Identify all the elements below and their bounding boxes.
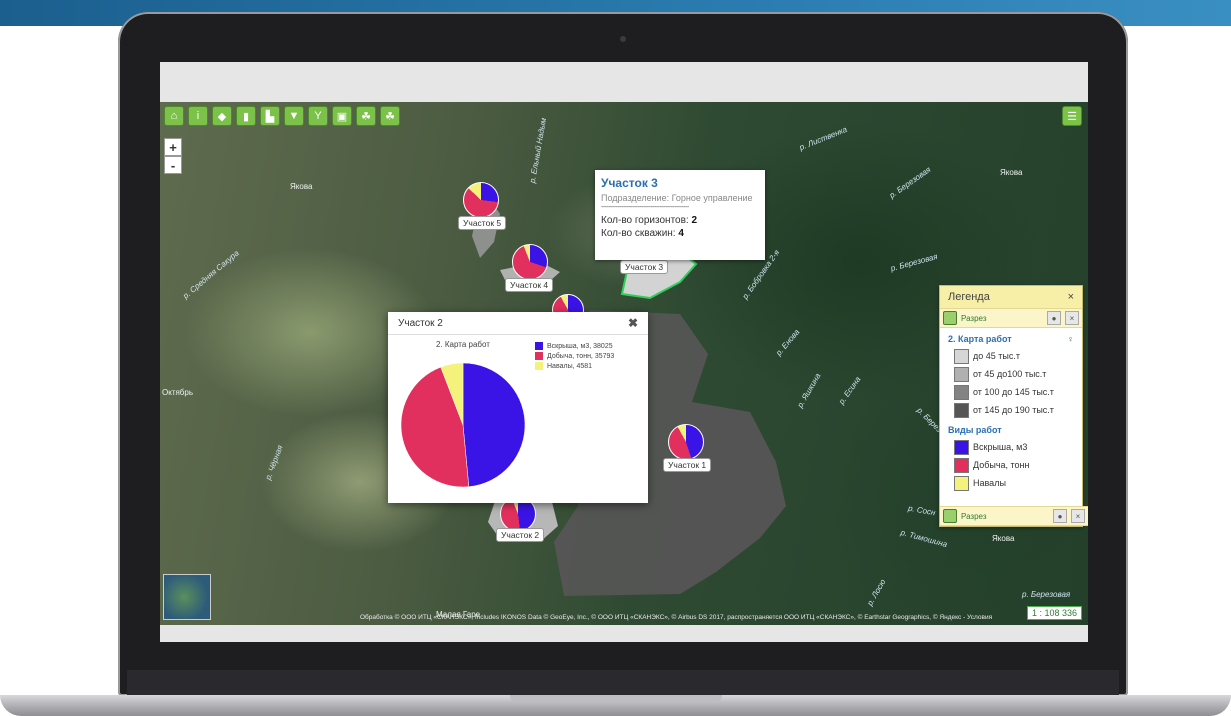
laptop-bezel <box>127 670 1119 696</box>
legend-work-item: Навалы <box>940 474 1082 492</box>
legend-layer-row[interactable]: Разрез ● × <box>940 308 1082 328</box>
legend-swatch <box>535 362 543 370</box>
legend-swatch <box>954 475 969 491</box>
legend-header: Легенда × <box>940 286 1082 308</box>
camera <box>620 36 626 42</box>
popup-separator: ----------------------------------------… <box>601 204 689 211</box>
legend-label: Навалы, 4581 <box>547 362 593 370</box>
legend-swatch <box>954 439 969 455</box>
chart-window: Участок 2 ✖ 2. Карта работ Вскрыша, м3, … <box>388 312 648 503</box>
layer-name: Разрез <box>961 511 987 521</box>
legend-work-item: Добыча, тонн <box>940 456 1082 474</box>
overview-minimap[interactable] <box>163 574 211 620</box>
section-name: 2. Карта работ <box>948 334 1012 344</box>
chart-window-header: Участок 2 ✖ <box>388 312 648 335</box>
close-icon[interactable]: × <box>1068 291 1074 303</box>
legend-section-title: Виды работ <box>940 419 1082 438</box>
legend-title: Легенда <box>948 291 990 303</box>
scale-indicator: 1 : 108 336 <box>1026 606 1082 620</box>
close-icon[interactable]: × <box>1065 311 1079 325</box>
legend-label: от 45 до100 тыс.т <box>973 369 1047 379</box>
layer-icon <box>943 311 957 325</box>
bulb-icon[interactable]: ♀ <box>1067 334 1074 344</box>
chart-legend-item: Вскрыша, м3, 38025 <box>535 342 614 350</box>
site-label[interactable]: Участок 1 <box>663 458 712 472</box>
site-label[interactable]: Участок 3 <box>620 260 669 274</box>
site-label[interactable]: Участок 2 <box>496 528 545 542</box>
legend-label: от 100 до 145 тыс.т <box>973 387 1054 397</box>
close-icon[interactable]: × <box>1071 509 1085 523</box>
map-attribution: Обработка © ООО ИТЦ «СКАНЭКС», Includes … <box>360 614 993 621</box>
legend-label: от 145 до 190 тыс.т <box>973 405 1054 415</box>
site-info-popup: Участок 3 Подразделение: Горное управлен… <box>595 170 765 260</box>
legend-swatch <box>954 402 969 418</box>
laptop-notch <box>510 695 722 703</box>
satellite-map[interactable]: ⌂ i ◆ ▮ ▙ ▼ Y ▣ ☘ ☘ ☰ + - р. Лиственка р… <box>160 102 1088 625</box>
legend-section-title: 2. Карта работ ♀ <box>940 328 1082 347</box>
legend-layer-row[interactable]: Разрез ● × <box>940 506 1088 526</box>
app-screen: ⌂ i ◆ ▮ ▙ ▼ Y ▣ ☘ ☘ ☰ + - р. Лиственка р… <box>160 62 1088 642</box>
legend-label: Вскрыша, м3 <box>973 442 1028 452</box>
popup-wells: Кол-во скважин: 4 <box>601 228 759 239</box>
chart-title: 2. Карта работ <box>436 340 490 349</box>
pin-icon[interactable]: ● <box>1047 311 1061 325</box>
legend-swatch <box>954 457 969 473</box>
legend-swatch <box>535 352 543 360</box>
legend-label: Добыча, тонн <box>973 460 1030 470</box>
legend-swatch <box>535 342 543 350</box>
pin-icon[interactable]: ● <box>1053 509 1067 523</box>
legend-scale-item: от 100 до 145 тыс.т <box>940 383 1082 401</box>
layer-name: Разрез <box>961 313 987 323</box>
popup-title: Участок 3 <box>601 176 658 190</box>
horizons-value: 2 <box>691 215 698 226</box>
legend-swatch <box>954 366 969 382</box>
horizons-label: Кол-во горизонтов: <box>601 215 689 226</box>
legend-panel: Легенда × Разрез ● × 2. Карта работ ♀ до… <box>939 285 1088 527</box>
site-pie-marker[interactable] <box>512 244 548 280</box>
chart-legend-item: Навалы, 4581 <box>535 362 614 370</box>
chart-legend-item: Добыча, тонн, 35793 <box>535 352 614 360</box>
section-name: Виды работ <box>948 425 1002 435</box>
legend-swatch <box>954 384 969 400</box>
site-label[interactable]: Участок 4 <box>505 278 554 292</box>
legend-work-item: Вскрыша, м3 <box>940 438 1082 456</box>
legend-label: Вскрыша, м3, 38025 <box>547 342 613 350</box>
legend-scale-item: от 145 до 190 тыс.т <box>940 401 1082 419</box>
legend-swatch <box>954 348 969 364</box>
wells-value: 4 <box>678 228 684 239</box>
site-pie-marker[interactable] <box>668 424 704 460</box>
layer-icon <box>943 509 957 523</box>
site-pie-marker[interactable] <box>463 182 499 218</box>
chart-legend: Вскрыша, м3, 38025 Добыча, тонн, 35793 Н… <box>535 342 614 372</box>
pie-slice[interactable] <box>462 362 526 487</box>
site-label[interactable]: Участок 5 <box>458 216 507 230</box>
chart-window-title: Участок 2 <box>398 317 443 329</box>
popup-horizons: Кол-во горизонтов: 2 <box>601 215 759 226</box>
legend-label: Навалы <box>973 478 1006 488</box>
pie-chart <box>400 362 526 488</box>
legend-label: до 45 тыс.т <box>973 351 1020 361</box>
legend-scale-item: до 45 тыс.т <box>940 347 1082 365</box>
wells-label: Кол-во скважин: <box>601 228 676 239</box>
legend-scale-item: от 45 до100 тыс.т <box>940 365 1082 383</box>
popup-subdivision: Подразделение: Горное управление <box>601 193 753 203</box>
close-icon[interactable]: ✖ <box>628 316 638 330</box>
legend-label: Добыча, тонн, 35793 <box>547 352 615 360</box>
